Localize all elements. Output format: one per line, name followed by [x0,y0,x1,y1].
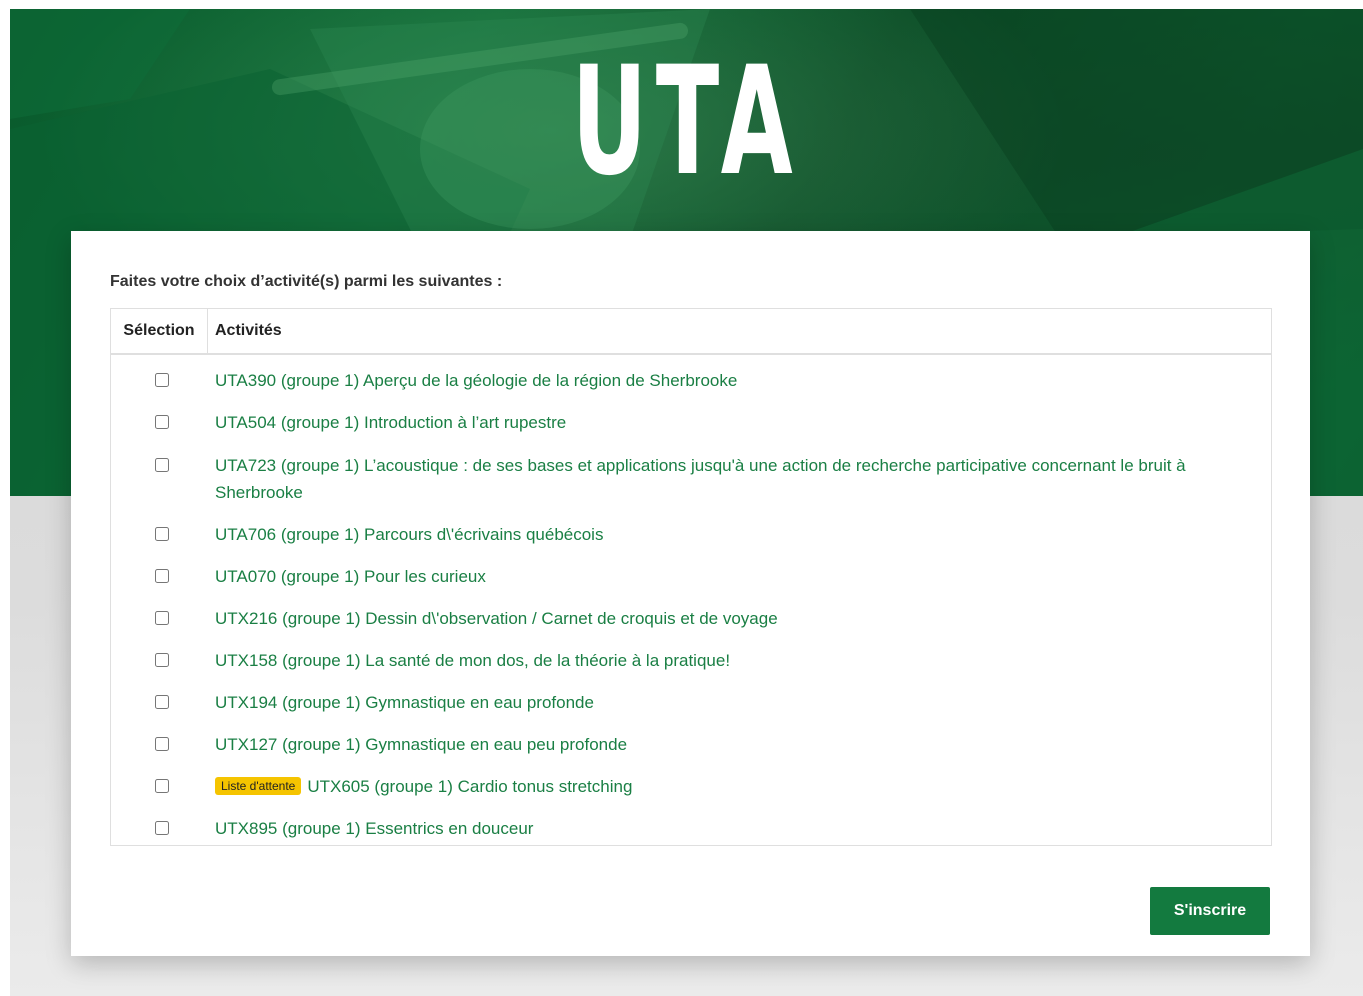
activity-entry: Liste d'attente UTX605 (groupe 1) Cardio … [215,773,1265,800]
activity-link[interactable]: UTX216 (groupe 1) Dessin d\'observation … [215,605,1265,632]
activity-checkbox[interactable] [155,821,169,835]
activity-checkbox[interactable] [155,373,169,387]
column-header-activities: Activités [215,322,282,339]
activity-link[interactable]: UTX127 (groupe 1) Gymnastique en eau peu… [215,731,1265,758]
activity-checkbox[interactable] [155,527,169,541]
activity-checkbox[interactable] [155,653,169,667]
activity-checkbox[interactable] [155,779,169,793]
activity-checkbox[interactable] [155,569,169,583]
activity-checkbox[interactable] [155,737,169,751]
waitlist-badge: Liste d'attente [215,777,302,795]
activity-checkbox[interactable] [155,415,169,429]
registration-card: Faites votre choix d’activité(s) parmi l… [71,231,1310,956]
activity-link[interactable]: UTA723 (groupe 1) L’acoustique : de ses … [215,452,1265,506]
activity-link[interactable]: UTX194 (groupe 1) Gymnastique en eau pro… [215,689,1265,716]
activity-link[interactable]: UTA070 (groupe 1) Pour les curieux [215,563,1265,590]
activity-link[interactable]: UTX895 (groupe 1) Essentrics en douceur [215,815,1265,842]
activity-link[interactable]: UTX605 (groupe 1) Cardio tonus stretchin… [307,777,632,796]
intro-text: Faites votre choix d’activité(s) parmi l… [110,273,503,290]
activity-checkbox[interactable] [155,458,169,472]
activity-link[interactable]: UTA504 (groupe 1) Introduction à l’art r… [215,409,1265,436]
activity-checkbox[interactable] [155,695,169,709]
activity-link[interactable]: UTA706 (groupe 1) Parcours d\'écrivains … [215,521,1265,548]
activity-checkbox[interactable] [155,611,169,625]
register-button[interactable]: S'inscrire [1150,887,1270,935]
table-header: Sélection Activités [111,309,1271,355]
activity-link[interactable]: UTX158 (groupe 1) La santé de mon dos, d… [215,647,1265,674]
hero-title: UTA [571,35,802,209]
column-header-selection: Sélection [111,309,208,353]
activity-link[interactable]: UTA390 (groupe 1) Aperçu de la géologie … [215,367,1265,394]
activities-table: Sélection Activités UTA390 (groupe 1) Ap… [110,308,1272,846]
